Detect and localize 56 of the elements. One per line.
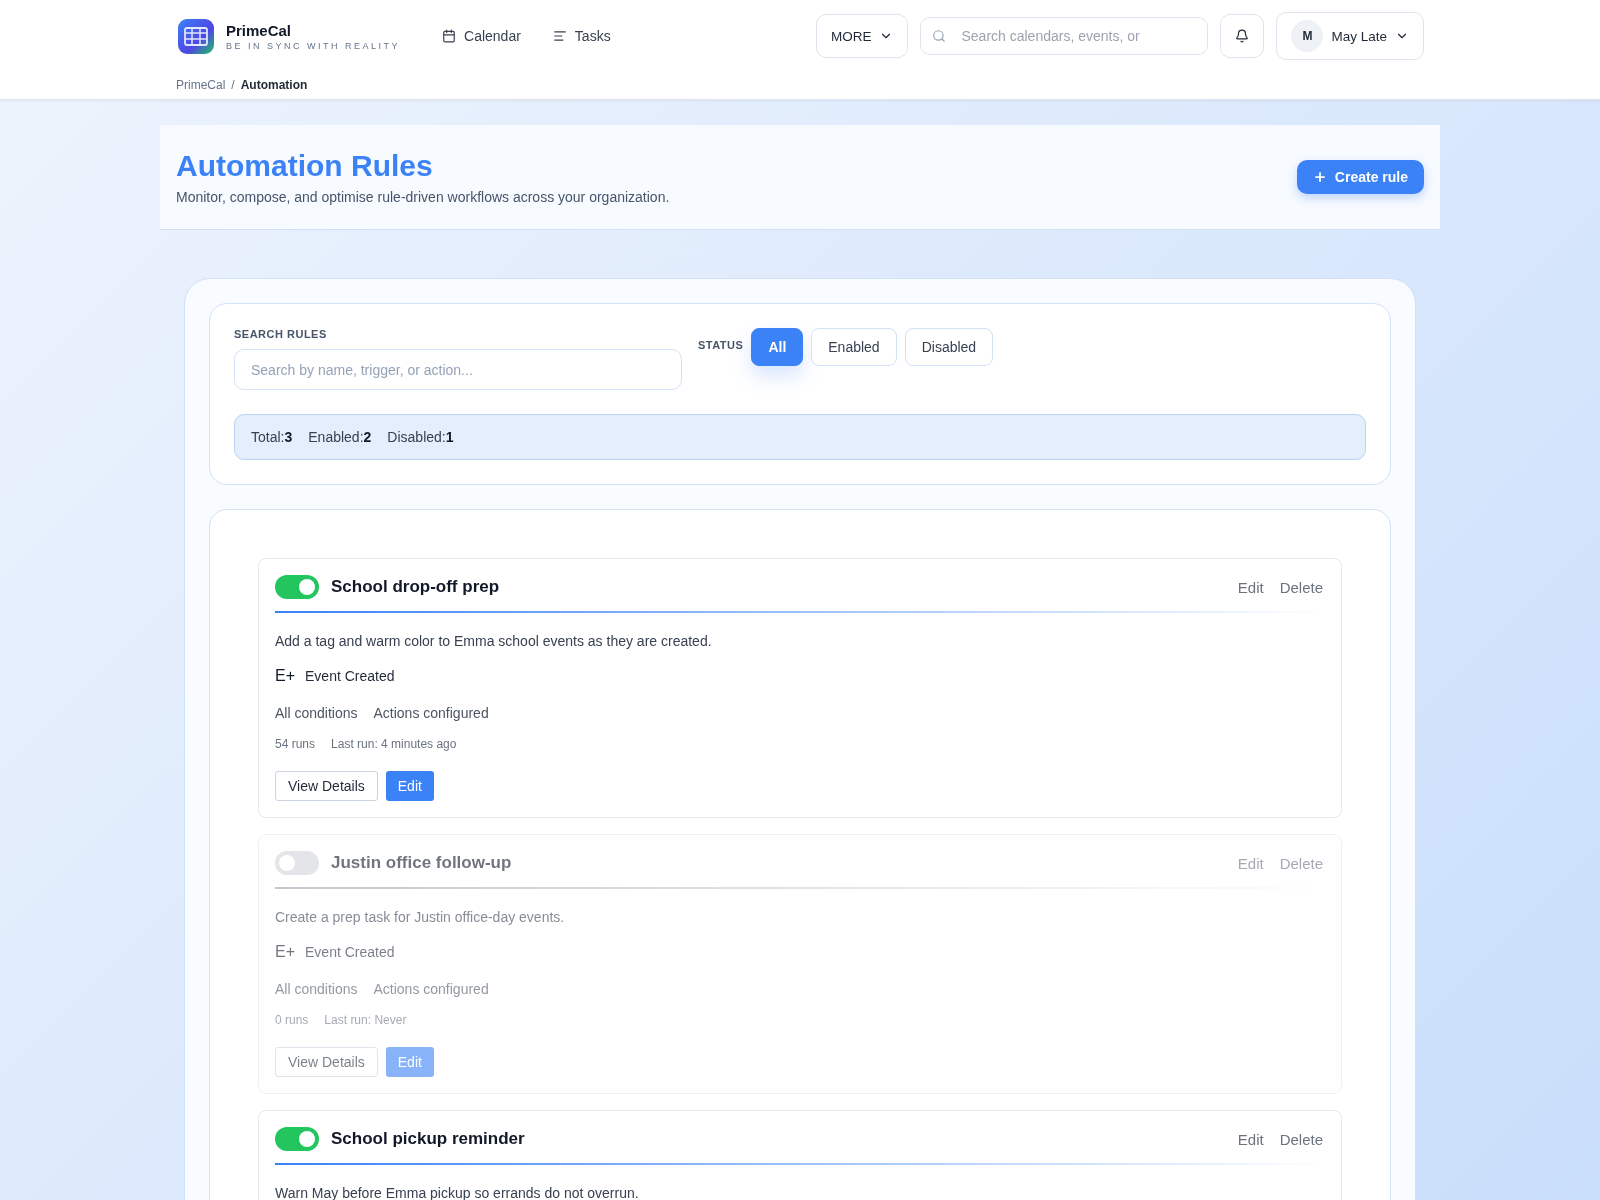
delete-link[interactable]: Delete bbox=[1277, 578, 1325, 596]
plus-icon bbox=[1312, 170, 1327, 184]
actions-text: Actions configured bbox=[373, 705, 489, 721]
rule-description: Add a tag and warm color to Emma school events as they are created. bbox=[275, 633, 713, 649]
status-filter-button[interactable]: Disabled bbox=[904, 328, 994, 366]
nav-link[interactable]: Tasks bbox=[542, 22, 621, 50]
edit-link[interactable]: Edit bbox=[1235, 1130, 1266, 1148]
trigger-name: Event Created bbox=[305, 668, 395, 684]
edit-button[interactable]: Edit bbox=[385, 771, 434, 801]
rule-description: Create a prep task for Justin office-day events. bbox=[275, 909, 566, 925]
rule-toggle[interactable] bbox=[275, 575, 319, 599]
actions-text: Actions configured bbox=[373, 981, 489, 997]
more-menu-button[interactable]: MORE bbox=[815, 14, 909, 58]
stat-text: Enabled:2 bbox=[308, 429, 372, 445]
rule-toggle[interactable] bbox=[275, 1127, 319, 1151]
rule-toggle[interactable] bbox=[275, 851, 319, 875]
user-menu-button[interactable]: M May Late bbox=[1276, 12, 1424, 60]
list-icon bbox=[552, 29, 567, 43]
last-run: Last run: 4 minutes ago bbox=[331, 737, 457, 751]
view-details-button[interactable]: View Details bbox=[275, 771, 378, 801]
view-details-button[interactable]: View Details bbox=[275, 1047, 378, 1077]
edit-link[interactable]: Edit bbox=[1235, 578, 1266, 596]
trigger-icon: E+ bbox=[275, 943, 295, 961]
stat-text: Total:3 bbox=[251, 429, 293, 445]
search-rules-field[interactable]: Search by name, trigger, or action... bbox=[234, 349, 682, 390]
conditions-text: All conditions bbox=[275, 981, 358, 997]
rule-name: School pickup reminder bbox=[331, 1129, 526, 1149]
conditions-text: All conditions bbox=[275, 705, 358, 721]
rule-name: Justin office follow-up bbox=[331, 853, 513, 873]
rule-name: School drop-off prep bbox=[331, 577, 501, 597]
rule-description: Warn May before Emma pickup so errands do not overrun. bbox=[275, 1185, 640, 1200]
status-filter-button[interactable]: All bbox=[751, 328, 804, 366]
user-avatar: M bbox=[1291, 20, 1324, 52]
trigger-icon: E+ bbox=[275, 667, 295, 685]
search-rules-label: SEARCH RULES bbox=[234, 328, 328, 340]
delete-link[interactable]: Delete bbox=[1277, 1130, 1325, 1148]
run-count: 54 runs bbox=[275, 737, 316, 751]
create-rule-button[interactable]: Create rule bbox=[1296, 160, 1424, 194]
breadcrumb-link[interactable]: PrimeCal bbox=[176, 78, 226, 92]
calendar-logo bbox=[176, 16, 216, 56]
breadcrumb-separator: / bbox=[231, 78, 235, 92]
status-label: STATUS bbox=[698, 339, 744, 353]
bell-icon bbox=[1235, 29, 1250, 43]
trigger-name: Event Created bbox=[305, 944, 395, 960]
search-field[interactable]: Search calendars, events, or bbox=[920, 17, 1209, 55]
run-count: 0 runs bbox=[275, 1013, 309, 1027]
calendar-icon bbox=[442, 29, 457, 43]
page-title: Automation Rules bbox=[176, 149, 434, 183]
page-subtitle: Monitor, compose, and optimise rule-driven workflows across your organization. bbox=[176, 189, 671, 205]
nav-link[interactable]: Calendar bbox=[432, 22, 531, 50]
app-tagline: BE IN SYNC WITH REALITY bbox=[226, 40, 401, 51]
notifications-button[interactable] bbox=[1220, 14, 1265, 58]
status-filter-button[interactable]: Enabled bbox=[811, 328, 897, 366]
app-name: PrimeCal bbox=[226, 21, 293, 39]
stat-text: Disabled:1 bbox=[387, 429, 454, 445]
last-run: Last run: Never bbox=[324, 1013, 407, 1027]
